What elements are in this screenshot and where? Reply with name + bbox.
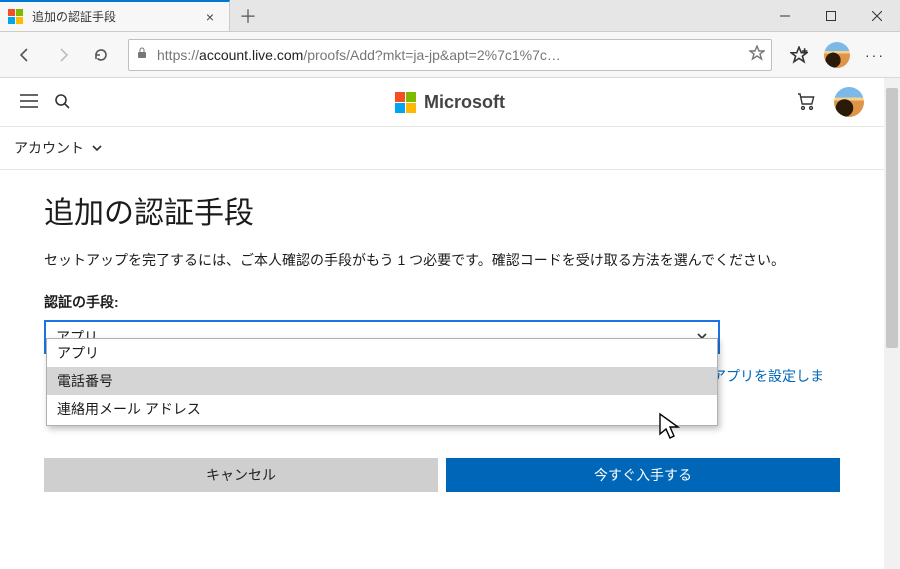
brand-text: Microsoft — [424, 92, 505, 113]
menu-icon[interactable] — [20, 94, 38, 111]
option-phone[interactable]: 電話番号 — [47, 367, 717, 395]
new-tab-button[interactable]: ＋ — [230, 0, 266, 31]
profile-avatar[interactable] — [820, 42, 854, 68]
cancel-button[interactable]: キャンセル — [44, 458, 438, 492]
breadcrumb-account[interactable]: アカウント — [0, 126, 884, 170]
page-description: セットアップを完了するには、ご本人確認の手段がもう 1 つ必要です。確認コードを… — [44, 250, 840, 270]
close-tab-icon[interactable]: × — [201, 9, 219, 25]
setup-app-link[interactable]: 証アプリを設定しま — [698, 366, 884, 386]
browser-toolbar: https://account.live.com/proofs/Add?mkt=… — [0, 32, 900, 78]
close-window-button[interactable] — [854, 0, 900, 31]
page-title: 追加の認証手段 — [44, 188, 840, 232]
ms-favicon — [8, 9, 24, 25]
lock-icon — [135, 46, 149, 63]
account-avatar[interactable] — [834, 87, 864, 117]
vertical-scrollbar[interactable] — [884, 78, 900, 569]
auth-method-label: 認証の手段: — [44, 292, 840, 312]
option-app[interactable]: アプリ — [47, 339, 717, 367]
breadcrumb-label: アカウント — [14, 138, 84, 158]
url-text: https://account.live.com/proofs/Add?mkt=… — [157, 47, 741, 63]
cart-icon[interactable] — [796, 91, 816, 114]
auth-method-dropdown: アプリ 電話番号 連絡用メール アドレス — [46, 338, 718, 426]
get-now-button[interactable]: 今すぐ入手する — [446, 458, 840, 492]
more-menu-button[interactable]: ··· — [858, 47, 892, 63]
forward-button[interactable] — [46, 38, 80, 72]
minimize-button[interactable] — [762, 0, 808, 31]
refresh-button[interactable] — [84, 38, 118, 72]
favorite-icon[interactable] — [749, 45, 765, 64]
scrollbar-thumb[interactable] — [886, 88, 898, 348]
window-titlebar: 追加の認証手段 × ＋ — [0, 0, 900, 32]
mouse-cursor-icon — [658, 412, 680, 443]
back-button[interactable] — [8, 38, 42, 72]
option-email[interactable]: 連絡用メール アドレス — [47, 395, 717, 425]
microsoft-logo[interactable]: Microsoft — [395, 92, 505, 113]
window-controls — [762, 0, 900, 31]
chevron-down-icon — [92, 140, 102, 156]
ms-squares-icon — [395, 92, 416, 113]
search-icon[interactable] — [54, 93, 70, 112]
tab-title: 追加の認証手段 — [32, 8, 193, 25]
address-bar[interactable]: https://account.live.com/proofs/Add?mkt=… — [128, 39, 772, 71]
maximize-button[interactable] — [808, 0, 854, 31]
favorites-button[interactable] — [782, 46, 816, 64]
site-header: Microsoft — [0, 78, 884, 126]
browser-tab[interactable]: 追加の認証手段 × — [0, 0, 230, 31]
